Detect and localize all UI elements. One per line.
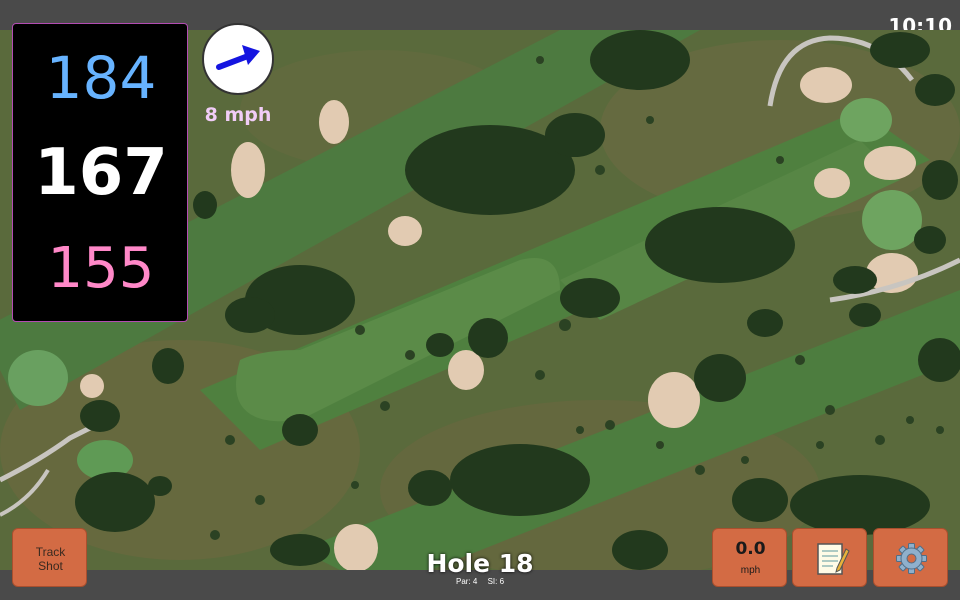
wind-direction-arrow-icon: [216, 45, 260, 70]
wind-indicator: [202, 23, 274, 95]
wind-speed: 8 mph: [204, 104, 272, 126]
track-shot-button[interactable]: Track Shot: [12, 528, 87, 587]
notepad-icon: [817, 543, 850, 575]
hole-meta: Par: 4 SI: 6: [380, 577, 580, 586]
middle-distance: 167: [34, 136, 168, 210]
distance-panel: 184 167 155: [12, 23, 188, 322]
par-label: Par: 4: [455, 577, 478, 586]
speed-value: 0.0: [735, 539, 766, 559]
hole-title: Hole 18: [426, 549, 534, 578]
speed-button[interactable]: 0.0 mph: [712, 528, 787, 587]
notes-button[interactable]: [792, 528, 867, 587]
back-distance: 184: [45, 44, 157, 112]
gear-icon: [896, 543, 927, 574]
front-distance: 155: [47, 236, 155, 301]
stroke-index-label: SI: 6: [487, 577, 505, 586]
track-shot-label: Track Shot: [35, 545, 66, 573]
settings-button[interactable]: [873, 528, 948, 587]
speed-unit: mph: [740, 565, 761, 576]
